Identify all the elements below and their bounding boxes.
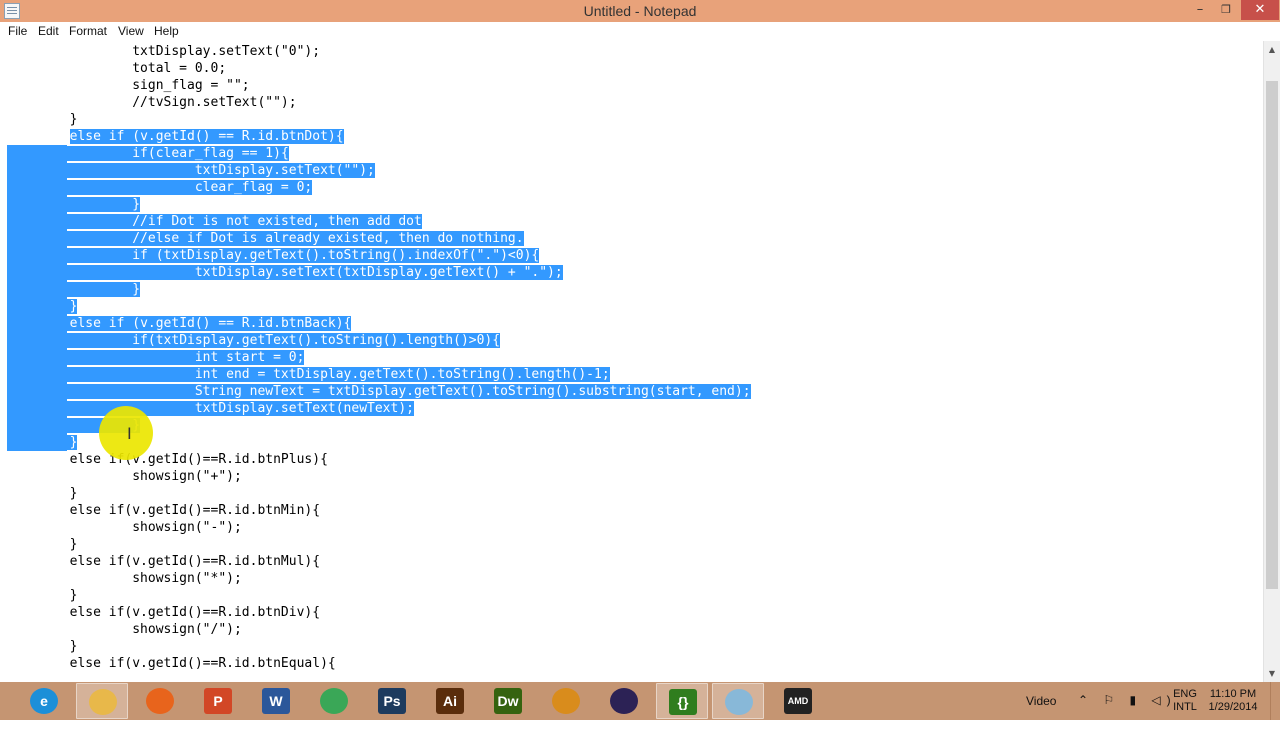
- code-line: else if (v.getId() == R.id.btnBack){: [7, 315, 352, 332]
- amd-icon: AMD: [784, 688, 812, 714]
- photoshop-icon: Ps: [378, 688, 406, 714]
- code-line: else if(v.getId()==R.id.btnDiv){: [7, 605, 321, 620]
- dreamweaver-icon: Dw: [494, 688, 522, 714]
- window-title: Untitled - Notepad: [583, 3, 697, 19]
- taskbar-button[interactable]: [712, 683, 764, 719]
- menu-format[interactable]: Format: [69, 24, 107, 38]
- code-line: }: [7, 112, 78, 127]
- taskbar-button[interactable]: W: [250, 683, 302, 719]
- code-line: if(txtDisplay.getText().toString().lengt…: [7, 332, 501, 349]
- code-line: if (txtDisplay.getText().toString().inde…: [7, 247, 540, 264]
- internet-explorer-icon: e: [30, 688, 58, 714]
- firefox-icon: [146, 688, 174, 714]
- code-line: }: [7, 486, 78, 501]
- taskbar-button[interactable]: Ai: [424, 683, 476, 719]
- vertical-scrollbar[interactable]: ▲ ▼: [1263, 41, 1280, 682]
- code-line: else if(v.getId()==R.id.btnMul){: [7, 554, 321, 569]
- scroll-up-icon[interactable]: ▲: [1264, 41, 1280, 58]
- code-line: //else if Dot is already existed, then d…: [7, 230, 524, 247]
- keyboard-layout: INTL: [1173, 701, 1197, 713]
- menu-edit[interactable]: Edit: [38, 24, 59, 38]
- menu-view[interactable]: View: [118, 24, 144, 38]
- code-line: }: [7, 434, 78, 451]
- code-line: }: [7, 588, 78, 603]
- code-line: showsign("*");: [7, 571, 242, 586]
- code-line: int start = 0;: [7, 349, 305, 366]
- close-button[interactable]: ✕: [1241, 0, 1279, 20]
- ibeam-cursor-icon: I: [127, 425, 132, 443]
- clock-time: 11:10 PM: [1209, 688, 1257, 700]
- code-line: txtDisplay.setText("0");: [7, 44, 321, 59]
- taskbar-button[interactable]: [540, 683, 592, 719]
- code-line: showsign("/");: [7, 622, 242, 637]
- taskbar-button[interactable]: {}: [656, 683, 708, 719]
- code-line: //tvSign.setText("");: [7, 95, 297, 110]
- code-line: sign_flag = "";: [7, 78, 250, 93]
- code-line: //if Dot is not existed, then add dot: [7, 213, 422, 230]
- clock-date: 1/29/2014: [1208, 701, 1258, 713]
- code-line: }: [7, 298, 78, 315]
- taskbar-button[interactable]: Ps: [366, 683, 418, 719]
- minimize-button[interactable]: –: [1187, 0, 1213, 20]
- code-line: txtDisplay.setText("");: [7, 162, 375, 179]
- taskbar-button[interactable]: Dw: [482, 683, 534, 719]
- code-line: else if (v.getId() == R.id.btnDot){: [69, 129, 344, 144]
- code-line: else if(v.getId()==R.id.btnMin){: [7, 503, 321, 518]
- flash-folder-icon: [552, 688, 580, 714]
- illustrator-icon: Ai: [436, 688, 464, 714]
- code-line: }: [7, 639, 78, 654]
- code-line: txtDisplay.setText(newText);: [7, 400, 414, 417]
- code-line: String newText = txtDisplay.getText().to…: [7, 383, 751, 400]
- menu-file[interactable]: File: [8, 24, 27, 38]
- language-code: ENG: [1173, 688, 1197, 700]
- menu-bar: File Edit Format View Help: [0, 22, 1280, 42]
- taskbar: Video ⌃ ⚐ ▮ ◁) ENG INTL 11:10 PM 1/29/20…: [0, 682, 1280, 720]
- text-editor[interactable]: txtDisplay.setText("0"); total = 0.0; si…: [0, 41, 1263, 682]
- menu-help[interactable]: Help: [154, 24, 179, 38]
- taskbar-button[interactable]: [134, 683, 186, 719]
- tray-icons[interactable]: ⌃ ⚐ ▮ ◁): [1078, 693, 1177, 731]
- code-line: else if(v.getId()==R.id.btnPlus){: [7, 452, 328, 467]
- word-icon: W: [262, 688, 290, 714]
- eclipse-icon: [610, 688, 638, 714]
- powerpoint-icon: P: [204, 688, 232, 714]
- taskbar-button[interactable]: [76, 683, 128, 719]
- tray-clock[interactable]: 11:10 PM 1/29/2014: [1205, 688, 1261, 726]
- code-line: int end = txtDisplay.getText().toString(…: [7, 366, 610, 383]
- input-language[interactable]: ENG INTL: [1172, 688, 1198, 726]
- file-explorer-icon: [89, 689, 117, 715]
- brackets-icon: {}: [669, 689, 697, 715]
- code-line: clear_flag = 0;: [7, 179, 313, 196]
- code-line: total = 0.0;: [7, 61, 227, 76]
- tray-video-label[interactable]: Video: [1026, 694, 1056, 732]
- notepad-icon: [725, 689, 753, 715]
- chrome-icon: [320, 688, 348, 714]
- code-line: showsign("-");: [7, 520, 242, 535]
- taskbar-button[interactable]: AMD: [772, 683, 824, 719]
- taskbar-button[interactable]: e: [18, 683, 70, 719]
- code-line: }: [7, 196, 141, 213]
- scroll-thumb[interactable]: [1266, 81, 1278, 589]
- show-desktop-button[interactable]: [1270, 682, 1280, 720]
- code-line: showsign("+");: [7, 469, 242, 484]
- code-line: txtDisplay.setText(txtDisplay.getText() …: [7, 264, 563, 281]
- scroll-down-icon[interactable]: ▼: [1264, 665, 1280, 682]
- code-line: if(clear_flag == 1){: [7, 145, 289, 162]
- title-bar: Untitled - Notepad – ❐ ✕: [0, 0, 1280, 23]
- taskbar-button[interactable]: [308, 683, 360, 719]
- maximize-button[interactable]: ❐: [1213, 0, 1239, 20]
- code-line: }: [7, 281, 141, 298]
- cursor-highlight: [99, 406, 153, 460]
- code-line: }: [7, 537, 78, 552]
- taskbar-button[interactable]: P: [192, 683, 244, 719]
- code-line: else if(v.getId()==R.id.btnEqual){: [7, 656, 336, 671]
- taskbar-button[interactable]: [598, 683, 650, 719]
